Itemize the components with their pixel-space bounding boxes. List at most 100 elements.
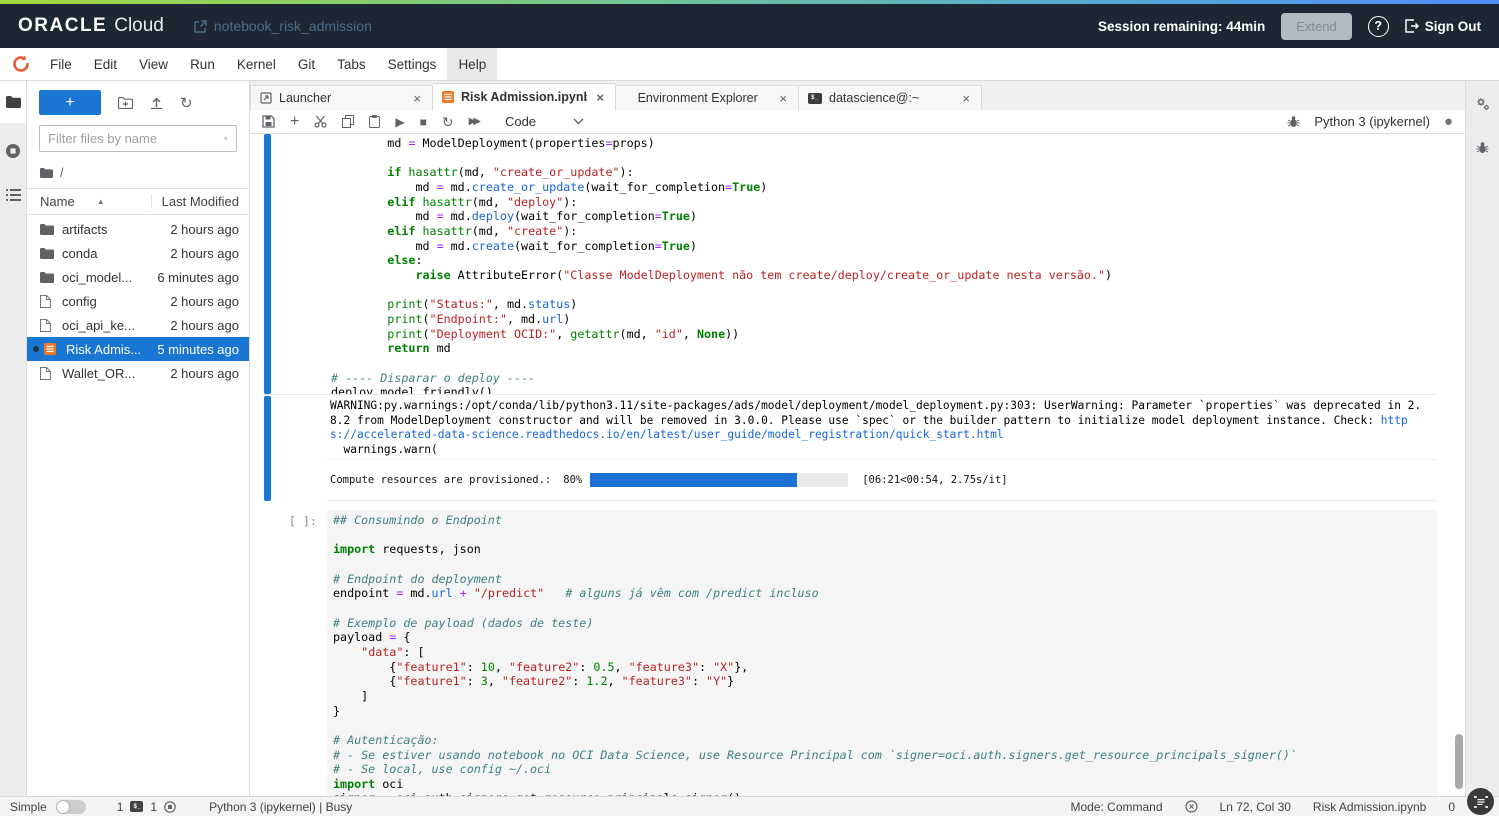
restart-and-run-all-button[interactable]: ▶▶	[469, 117, 478, 127]
tab-terminal-datascience[interactable]: $_ datascience@:~ ×	[799, 85, 982, 110]
file-row-artifacts[interactable]: artifacts 2 hours ago	[27, 217, 249, 241]
cell-type-dropdown[interactable]: Code	[505, 114, 536, 129]
debugger-tab[interactable]	[1466, 141, 1499, 154]
folder-icon	[40, 272, 54, 283]
new-launcher-button[interactable]: +	[39, 90, 101, 115]
menu-git[interactable]: Git	[287, 48, 326, 80]
sidebar-tab-running-sessions[interactable]	[0, 143, 26, 159]
tab-launcher[interactable]: Launcher ×	[250, 85, 433, 110]
close-tab-icon[interactable]: ×	[777, 91, 789, 106]
tab-risk-admission[interactable]: Risk Admission.ipynb ×	[433, 83, 616, 110]
interrupt-kernel-button[interactable]: ■	[420, 116, 427, 128]
cell-collapser[interactable]	[264, 134, 271, 394]
tab-environment-explorer[interactable]: Environment Explorer ×	[616, 85, 799, 110]
notebook-session-link[interactable]: notebook_risk_admission	[194, 18, 372, 34]
kernel-busy-indicator: ●	[1444, 114, 1453, 129]
scrollbar-thumb[interactable]	[1455, 734, 1463, 789]
menu-file[interactable]: File	[39, 48, 83, 80]
status-bar-right: Mode: Command Ln 72, Col 30 Risk Admissi…	[1070, 800, 1455, 814]
scissors-icon	[314, 115, 327, 128]
menu-view[interactable]: View	[128, 48, 179, 80]
save-button[interactable]	[262, 115, 275, 128]
folder-icon	[40, 224, 54, 235]
simple-mode-label: Simple	[10, 800, 47, 814]
clipboard-icon	[369, 115, 380, 128]
copy-cells-button[interactable]	[342, 115, 354, 128]
property-inspector-tab[interactable]	[1466, 96, 1499, 112]
extend-session-button[interactable]: Extend	[1281, 13, 1351, 40]
folder-icon	[6, 96, 21, 108]
debugger-toggle-button[interactable]	[1287, 115, 1300, 128]
terminal-icon: $_	[808, 93, 822, 104]
cut-cells-button[interactable]	[314, 115, 327, 128]
insert-cell-button[interactable]: +	[290, 114, 299, 130]
notebook-scroll-area: md = ModelDeployment(properties=props) i…	[250, 134, 1465, 796]
cell-prompt	[271, 134, 327, 394]
code-cell-deploy: md = ModelDeployment(properties=props) i…	[264, 134, 1437, 395]
terminals-count: 1	[117, 800, 124, 814]
running-sessions-summary[interactable]: 1 $_ 1	[117, 800, 176, 814]
chevron-down-icon[interactable]	[573, 118, 584, 125]
column-header-last-modified[interactable]: Last Modified	[151, 194, 239, 209]
menu-run[interactable]: Run	[179, 48, 226, 80]
file-browser-panel: + ↻	[27, 81, 250, 796]
menu-settings[interactable]: Settings	[377, 48, 448, 80]
file-row-oci-model[interactable]: oci_model... 6 minutes ago	[27, 265, 249, 289]
close-tab-icon[interactable]: ×	[960, 91, 972, 106]
kernel-status-label[interactable]: Python 3 (ipykernel) | Busy	[209, 800, 352, 814]
notebook-scrollbar	[1454, 134, 1463, 796]
file-row-wallet[interactable]: Wallet_OR... 2 hours ago	[27, 361, 249, 385]
question-icon: ?	[1374, 19, 1382, 33]
notebook-toolbar: +	[250, 110, 1465, 134]
menu-kernel[interactable]: Kernel	[226, 48, 287, 80]
help-button[interactable]: ?	[1368, 16, 1389, 37]
menu-tabs[interactable]: Tabs	[326, 48, 377, 80]
output-body: WARNING:py.warnings:/opt/conda/lib/pytho…	[327, 396, 1437, 501]
progress-percent: 80%	[563, 474, 582, 486]
file-row-risk-admission[interactable]: Risk Admis... 5 minutes ago	[27, 337, 249, 361]
run-cell-button[interactable]: ▶	[395, 116, 404, 128]
progress-bar	[590, 473, 848, 487]
close-tab-icon[interactable]: ×	[411, 91, 423, 106]
session-remaining-label: Session remaining: 44min	[1098, 19, 1265, 34]
notifications-off-icon[interactable]	[1185, 800, 1198, 813]
output-prompt	[271, 396, 327, 501]
refresh-button[interactable]: ↻	[180, 94, 193, 112]
kernel-sessions-icon	[164, 801, 176, 813]
logo-cloud-text: Cloud	[114, 15, 164, 37]
file-icon	[40, 295, 51, 308]
restart-kernel-button[interactable]: ↻	[442, 115, 454, 129]
notebook-session-name: notebook_risk_admission	[214, 18, 372, 34]
code-editor[interactable]: md = ModelDeployment(properties=props) i…	[327, 134, 1437, 394]
code-cell-endpoint: [ ]: ## Consumindo o Endpoint import req…	[264, 510, 1437, 796]
breadcrumb[interactable]: /	[27, 158, 249, 189]
file-row-conda[interactable]: conda 2 hours ago	[27, 241, 249, 265]
folder-icon	[40, 248, 54, 259]
notifications-count[interactable]: 0	[1448, 800, 1455, 814]
upload-button[interactable]	[150, 96, 163, 109]
stderr-warning-output: WARNING:py.warnings:/opt/conda/lib/pytho…	[327, 396, 1437, 460]
cursor-position-label[interactable]: Ln 72, Col 30	[1220, 800, 1291, 814]
paste-cells-button[interactable]	[369, 115, 380, 128]
output-collapser[interactable]	[264, 396, 271, 501]
sidebar-tab-table-of-contents[interactable]	[0, 189, 26, 201]
file-filter-input[interactable]	[48, 131, 224, 146]
simple-mode-toggle[interactable]	[56, 800, 86, 814]
kernels-count: 1	[150, 800, 157, 814]
kernel-name-button[interactable]: Python 3 (ipykernel)	[1314, 114, 1430, 129]
file-icon	[40, 319, 51, 332]
menu-help[interactable]: Help	[447, 48, 497, 80]
sign-out-button[interactable]: Sign Out	[1405, 19, 1481, 34]
code-editor[interactable]: ## Consumindo o Endpoint import requests…	[327, 510, 1437, 796]
column-header-name[interactable]: Name ▲	[40, 194, 151, 209]
toolbar-right: Python 3 (ipykernel) ●	[1287, 114, 1453, 129]
file-row-config[interactable]: config 2 hours ago	[27, 289, 249, 313]
floating-assistant-button[interactable]	[1467, 788, 1494, 815]
cell-collapser[interactable]	[264, 510, 271, 796]
menu-edit[interactable]: Edit	[83, 48, 128, 80]
sidebar-tab-filebrowser[interactable]	[0, 81, 26, 123]
file-row-oci-api-key[interactable]: oci_api_ke... 2 hours ago	[27, 313, 249, 337]
new-folder-button[interactable]	[118, 97, 133, 109]
progress-bar-fill	[590, 473, 796, 487]
close-tab-icon[interactable]: ×	[594, 90, 606, 105]
